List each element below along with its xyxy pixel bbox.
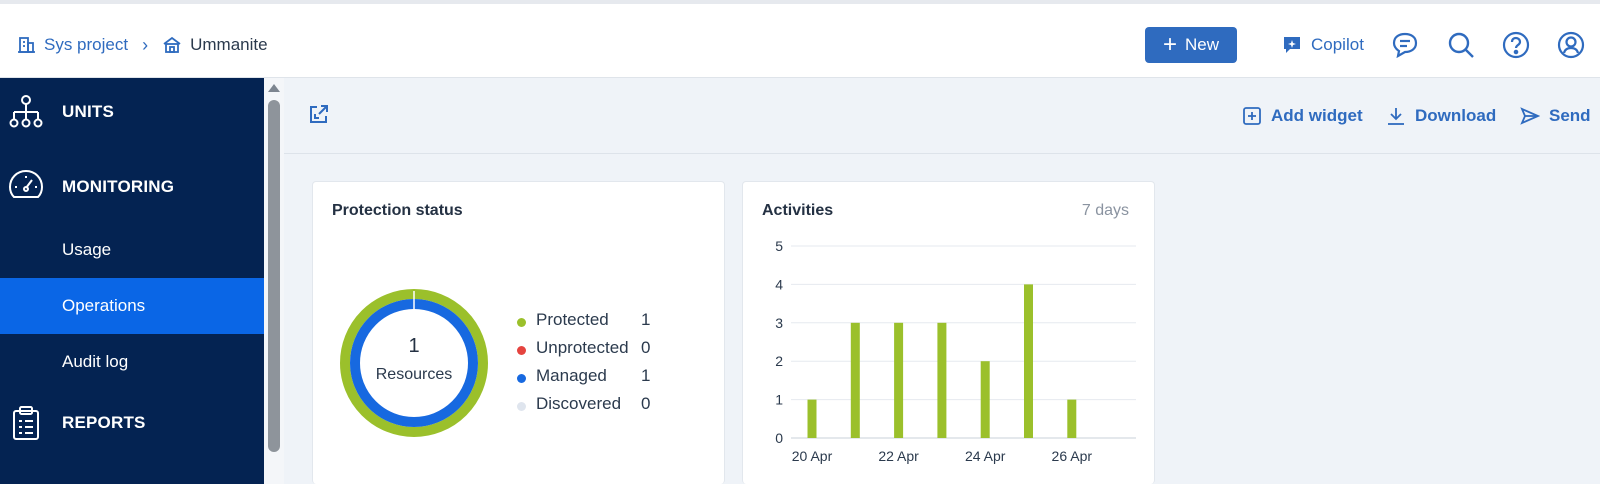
x-tick-label: 26 Apr [1052, 448, 1093, 464]
legend-dot [517, 374, 526, 383]
sidebar-item-label: Usage [62, 240, 112, 259]
activity-bar [980, 361, 990, 438]
sidebar-section-monitoring[interactable]: MONITORING [0, 159, 264, 215]
help-icon[interactable] [1500, 29, 1532, 61]
sidebar-item-audit-log[interactable]: Audit log [0, 334, 264, 390]
resources-count: 1 [408, 335, 420, 357]
building-icon [16, 35, 36, 55]
legend-value: 1 [641, 310, 651, 329]
new-button[interactable]: + New [1145, 27, 1237, 63]
copilot-label: Copilot [1311, 35, 1364, 54]
sidebar-scrollbar[interactable] [264, 78, 284, 484]
dashboard-toolbar: Add widget Download Send [284, 79, 1600, 154]
sidebar-item-operations[interactable]: Operations [0, 278, 264, 334]
legend-dot [517, 402, 526, 411]
x-tick-label: 20 Apr [792, 448, 833, 464]
activity-bar [1067, 399, 1077, 438]
protected-ring [340, 289, 488, 437]
activity-bar [894, 322, 904, 438]
y-tick-label: 5 [775, 238, 783, 254]
clipboard-icon [8, 405, 44, 441]
plus-icon: + [1162, 31, 1177, 58]
activities-widget: Activities 7 days 0 1 2 3 4 5 20 Apr 22 Apr 24 A… [742, 181, 1155, 484]
sidebar: UNITS MONITORING Usage Operations Audit … [0, 78, 264, 484]
scroll-up-arrow-icon[interactable] [268, 84, 280, 92]
resources-label: Resources [375, 366, 453, 383]
scrollbar-thumb[interactable] [268, 100, 280, 452]
add-widget-label: Add widget [1271, 106, 1363, 125]
send-label: Send [1549, 106, 1591, 125]
legend-value: 0 [641, 338, 651, 357]
add-widget-button[interactable]: Add widget [1242, 103, 1363, 129]
download-label: Download [1415, 106, 1497, 125]
sidebar-section-units[interactable]: UNITS [0, 84, 264, 140]
activity-bar [937, 322, 947, 438]
download-icon [1386, 106, 1406, 126]
activities-bar-chart: 0 1 2 3 4 5 20 Apr 22 Apr 24 Apr 26 Apr [775, 238, 1136, 464]
sidebar-item-label: Operations [62, 296, 146, 315]
download-button[interactable]: Download [1386, 103, 1496, 129]
widget-title: Protection status [332, 202, 463, 219]
y-tick-label: 4 [775, 276, 783, 292]
legend-value: 1 [641, 366, 651, 385]
activity-bar [807, 399, 817, 438]
breadcrumb-label: Ummanite [190, 35, 268, 54]
protection-donut-chart [340, 289, 488, 437]
sidebar-section-label: MONITORING [62, 177, 175, 196]
send-button[interactable]: Send [1520, 103, 1591, 129]
breadcrumb: Sys project › Ummanite [16, 30, 268, 60]
managed-ring [350, 299, 478, 427]
house-icon [162, 35, 182, 55]
legend-name: Protected [536, 310, 609, 329]
add-box-icon [1242, 106, 1262, 126]
units-icon [8, 94, 44, 130]
sidebar-section-label: REPORTS [62, 413, 146, 432]
copilot-icon [1281, 34, 1303, 56]
x-tick-label: 24 Apr [965, 448, 1006, 464]
legend-dot [517, 346, 526, 355]
legend-value: 0 [641, 394, 651, 413]
legend-dot [517, 318, 526, 327]
x-tick-label: 22 Apr [878, 448, 919, 464]
user-icon[interactable] [1555, 29, 1587, 61]
y-tick-label: 0 [775, 430, 783, 446]
protection-status-widget: Protection status 1 Resources Protected … [312, 181, 725, 484]
y-tick-label: 1 [775, 392, 783, 408]
chat-icon[interactable] [1389, 29, 1421, 61]
copilot-button[interactable]: Copilot [1281, 30, 1364, 60]
search-icon[interactable] [1445, 29, 1477, 61]
expand-icon[interactable] [308, 103, 334, 129]
breadcrumb-item-project[interactable]: Sys project [16, 35, 128, 55]
activity-bar [1024, 284, 1033, 438]
legend-name: Unprotected [536, 338, 629, 357]
sidebar-section-reports[interactable]: REPORTS [0, 395, 264, 451]
breadcrumb-item-current: Ummanite [162, 35, 268, 55]
sidebar-item-label: Audit log [62, 352, 129, 371]
send-icon [1520, 106, 1540, 126]
sidebar-section-label: UNITS [62, 102, 114, 121]
y-tick-label: 3 [775, 315, 783, 331]
activity-bar [850, 322, 860, 438]
legend-name: Discovered [536, 394, 622, 413]
y-tick-label: 2 [775, 353, 783, 369]
sidebar-item-usage[interactable]: Usage [0, 222, 264, 278]
breadcrumb-label: Sys project [44, 35, 129, 54]
chevron-right-icon: › [142, 34, 149, 55]
gauge-icon [8, 169, 44, 205]
top-header: Sys project › Ummanite + New Copilot [0, 0, 1600, 78]
legend-name: Managed [536, 366, 607, 385]
new-button-label: New [1185, 35, 1220, 54]
